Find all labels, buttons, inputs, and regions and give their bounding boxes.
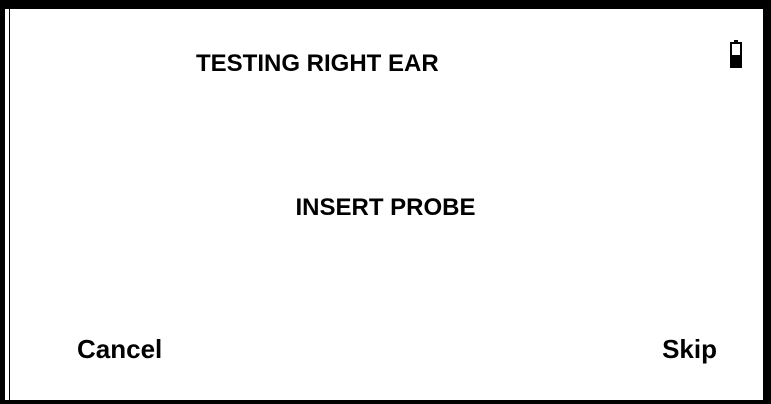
instruction-message: INSERT PROBE <box>295 194 476 221</box>
skip-button[interactable]: Skip <box>662 334 717 364</box>
screen-title: TESTING RIGHT EAR <box>196 50 439 77</box>
cancel-button[interactable]: Cancel <box>77 334 162 364</box>
battery-low-icon <box>730 40 742 68</box>
